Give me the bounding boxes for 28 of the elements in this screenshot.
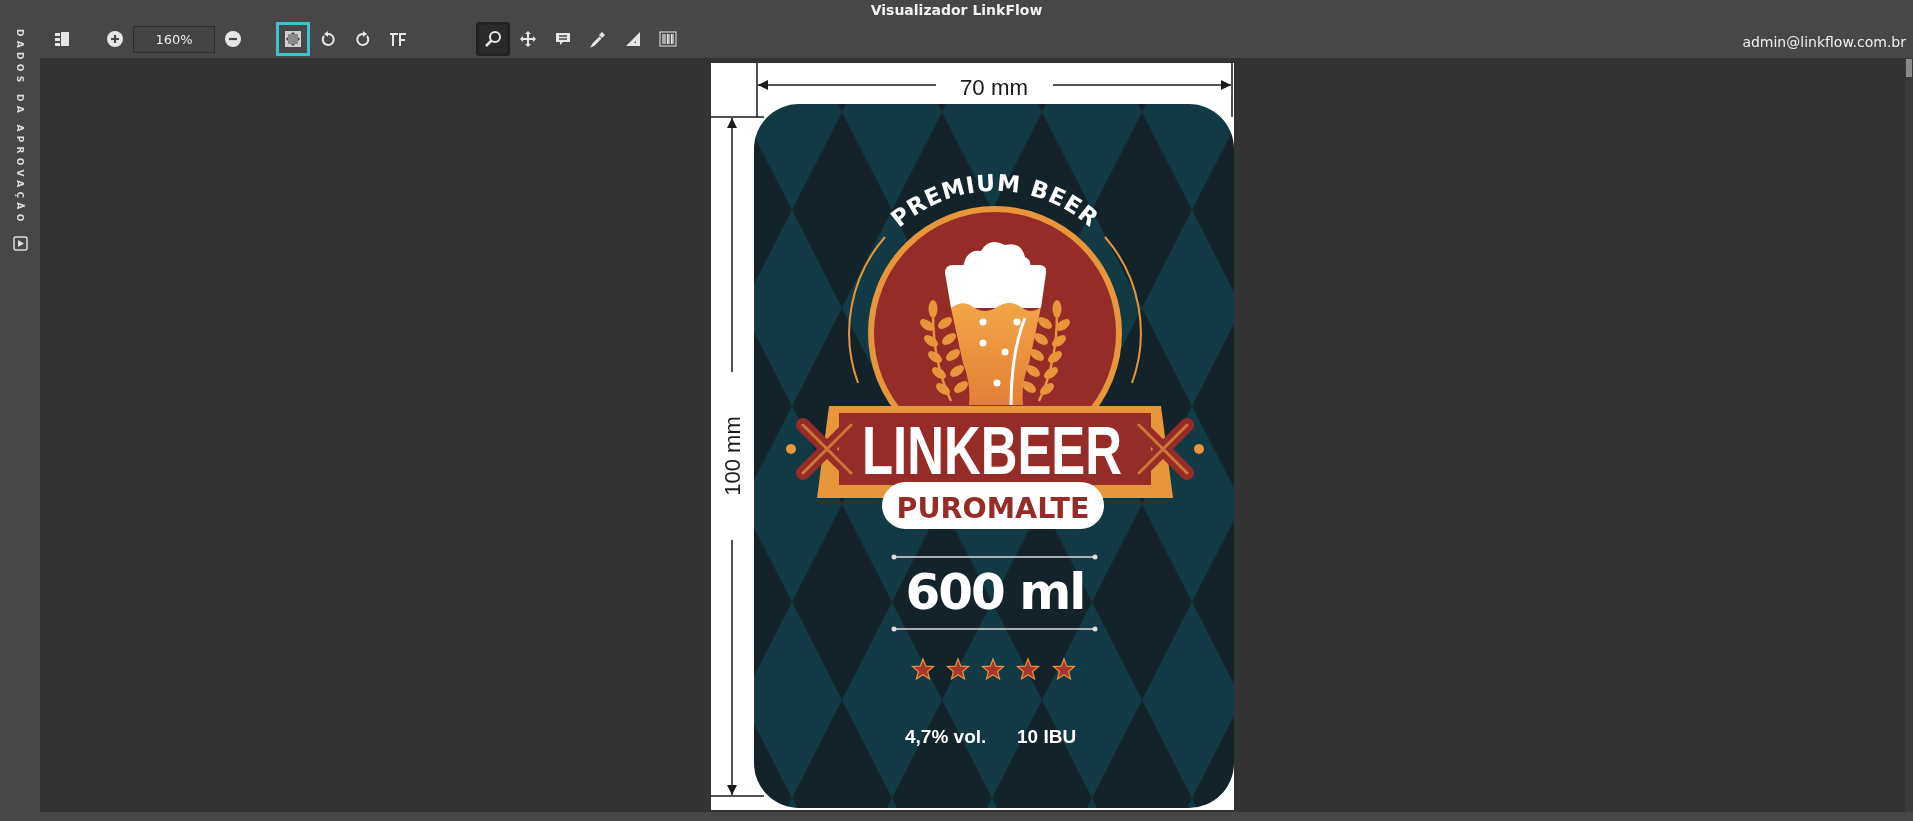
width-dimension-label: 70 mm	[960, 75, 1028, 100]
height-dimension-label: 100 mm	[720, 416, 745, 496]
barcode-icon	[659, 30, 677, 48]
zoom-level-field[interactable]: 160%	[133, 25, 215, 53]
sidebar-label[interactable]: DADOS DA APROVAÇÃO	[15, 29, 25, 226]
brand-subtitle: PUROMALTE	[896, 491, 1093, 525]
expand-panel-icon[interactable]	[12, 235, 28, 251]
move-icon	[519, 30, 537, 48]
fit-to-screen-button[interactable]	[276, 22, 310, 56]
ibu-text: 10 IBU	[1017, 726, 1077, 747]
text-tool-icon	[389, 30, 407, 48]
comment-icon	[554, 30, 572, 48]
window-title: Visualizador LinkFlow	[870, 2, 1043, 18]
panel-icon	[53, 30, 71, 48]
scrollbar[interactable]	[1905, 58, 1913, 812]
scrollbar-thumb[interactable]	[1906, 59, 1912, 77]
ruler-icon	[624, 30, 642, 48]
magnifier-tool-button[interactable]	[476, 22, 510, 56]
rotate-left-icon	[319, 30, 337, 48]
rotate-right-icon	[354, 30, 372, 48]
volume-text: 600 ml	[905, 563, 1085, 621]
search-icon	[484, 30, 502, 48]
user-email[interactable]: admin@linkflow.com.br	[1742, 34, 1906, 50]
zoom-in-icon	[106, 30, 124, 48]
brand-name: LINKBEER	[862, 412, 1210, 488]
fit-to-screen-icon	[284, 30, 302, 48]
zoom-out-icon	[224, 30, 242, 48]
abv-text: 4,7% vol.	[905, 726, 987, 747]
